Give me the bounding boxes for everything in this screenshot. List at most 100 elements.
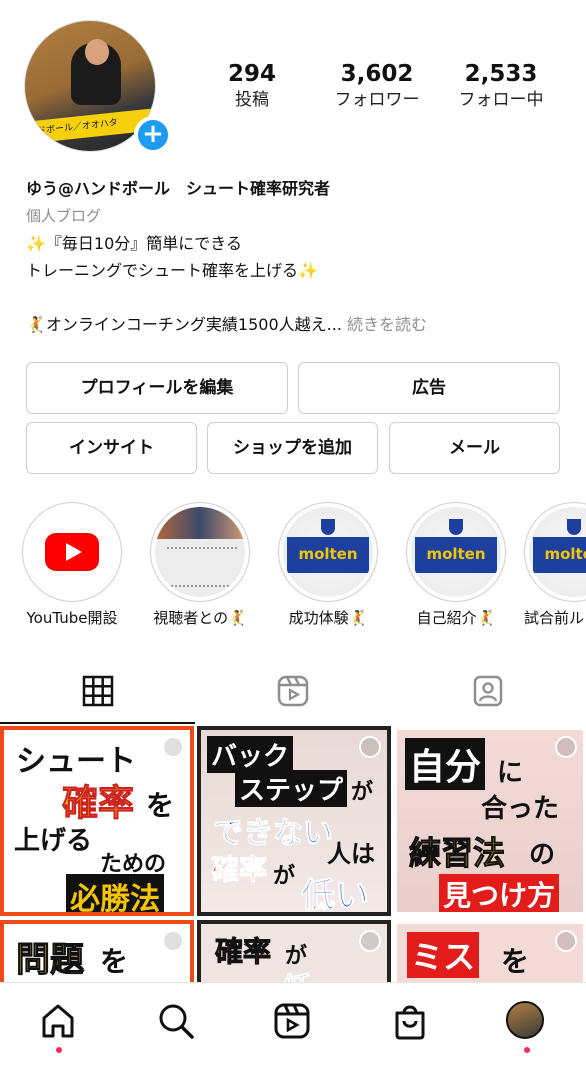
- shopping-bag-icon: [395, 1005, 425, 1040]
- highlight-ring: [22, 502, 122, 602]
- chat-screenshot-thumbnail: [155, 507, 245, 597]
- highlight-pregame[interactable]: molten 試合前ル: [524, 502, 586, 630]
- posts-stat[interactable]: 294 投稿: [208, 60, 296, 112]
- profile-header: ドボール／オオハタ + 294 投稿 3,602 フォロワー 2,533 フォロ…: [0, 0, 586, 170]
- ball-logo: molten: [426, 545, 486, 563]
- notification-dot: [56, 1047, 62, 1053]
- post-thumbnail[interactable]: 自分 に 合った 練習法 の 見つけ方: [393, 726, 586, 916]
- search-icon: [159, 1004, 194, 1039]
- post-thumbnail[interactable]: バック ステップ が できない 人は 確率 が 低い: [197, 726, 391, 916]
- post-text: ステップ: [235, 770, 348, 807]
- crest-icon: [449, 519, 463, 535]
- followers-label: フォロワー: [334, 90, 420, 110]
- post-text: を: [100, 945, 129, 978]
- add-shop-button[interactable]: ショップを追加: [207, 422, 378, 474]
- bio-line-1: ✨『毎日10分』簡単にできる: [26, 234, 242, 253]
- post-text: 問題: [16, 940, 85, 981]
- ball-logo: molten: [298, 545, 358, 563]
- post-text: を: [501, 945, 530, 978]
- post-text: ミス: [407, 932, 480, 978]
- post-text: の: [529, 840, 556, 870]
- select-circle-icon[interactable]: [359, 736, 381, 758]
- tab-tagged[interactable]: [390, 660, 585, 724]
- nav-profile[interactable]: [506, 1001, 550, 1053]
- youtube-icon: [27, 507, 117, 597]
- edit-profile-button[interactable]: プロフィールを編集: [26, 362, 288, 414]
- highlight-caption: 自己紹介🤾: [416, 609, 496, 627]
- post-text: できない: [213, 816, 334, 852]
- profile-category: 個人ブログ: [26, 207, 102, 225]
- nav-search[interactable]: [156, 1001, 200, 1045]
- select-circle-icon[interactable]: [555, 930, 577, 952]
- post-text: 確率: [61, 783, 135, 825]
- post-text: 練習法: [408, 834, 506, 873]
- highlight-caption: 視聴者との🤾: [153, 609, 247, 627]
- highlight-ring: molten: [524, 502, 586, 602]
- nav-shop[interactable]: [390, 1001, 434, 1045]
- post-text: が: [351, 780, 374, 805]
- handball-ball-icon: molten: [529, 507, 586, 597]
- highlight-ring: [150, 502, 250, 602]
- post-text: が: [273, 864, 296, 889]
- grid-icon: [82, 675, 113, 707]
- highlight-youtube[interactable]: YouTube開設: [12, 502, 132, 630]
- highlight-viewers[interactable]: 視聴者との🤾: [140, 502, 260, 630]
- post-text: 人は: [327, 840, 375, 868]
- post-text: 見つけ方: [439, 874, 560, 912]
- handball-ball-icon: molten: [283, 507, 373, 597]
- profile-avatar[interactable]: ドボール／オオハタ +: [24, 20, 172, 156]
- post-text: 上げる: [14, 826, 93, 856]
- highlight-intro[interactable]: molten 自己紹介🤾: [396, 502, 516, 630]
- bio-line-3: 🤾オンラインコーチング実績1500人越え... 続きを読む: [26, 311, 566, 338]
- add-story-button[interactable]: +: [134, 116, 172, 154]
- highlight-caption: YouTube開設: [26, 609, 118, 627]
- handball-ball-icon: molten: [411, 507, 501, 597]
- followers-stat[interactable]: 3,602 フォロワー: [322, 60, 432, 112]
- highlight-caption: 試合前ル: [524, 609, 585, 627]
- avatar: [506, 1001, 544, 1039]
- play-icon: [45, 533, 99, 571]
- bio-spacer: [26, 284, 566, 311]
- following-count: 2,533: [464, 61, 538, 87]
- read-more-link[interactable]: 続きを読む: [347, 315, 427, 334]
- posts-label: 投稿: [235, 90, 269, 110]
- tab-reels[interactable]: [195, 660, 390, 724]
- crest-icon: [321, 519, 335, 535]
- highlight-success[interactable]: molten 成功体験🤾: [268, 502, 388, 630]
- ad-button[interactable]: 広告: [298, 362, 560, 414]
- tagged-person-icon: [473, 675, 502, 707]
- nav-reels[interactable]: [272, 1001, 316, 1045]
- reels-icon: [274, 1003, 310, 1039]
- post-thumbnail[interactable]: シュート 確率 を 上げる ための 必勝法: [0, 726, 194, 916]
- nav-home[interactable]: [38, 1001, 82, 1053]
- insight-button[interactable]: インサイト: [26, 422, 197, 474]
- tab-posts-grid[interactable]: [0, 660, 195, 724]
- bio-line-2: トレーニングでシュート確率を上げる✨: [26, 261, 318, 280]
- crest-icon: [567, 519, 581, 535]
- post-text: を: [146, 789, 175, 822]
- profile-bio: ゆう@ハンドボール シュート確率研究者 個人ブログ ✨『毎日10分』簡単にできる…: [26, 176, 566, 338]
- chat-lines: [167, 547, 237, 587]
- post-text: 必勝法: [66, 874, 164, 912]
- highlight-caption: 成功体験🤾: [288, 609, 368, 627]
- select-circle-icon[interactable]: [162, 930, 184, 952]
- home-icon: [42, 1004, 74, 1038]
- highlight-ring: molten: [406, 502, 506, 602]
- mail-button[interactable]: メール: [389, 422, 560, 474]
- posts-count: 294: [227, 61, 276, 87]
- post-text: 自分: [405, 738, 486, 790]
- select-circle-icon[interactable]: [162, 736, 184, 758]
- avatar-face: [85, 39, 109, 65]
- following-stat[interactable]: 2,533 フォロー中: [448, 60, 554, 112]
- photo-strip: [155, 507, 245, 539]
- post-text: に: [497, 758, 524, 788]
- select-circle-icon[interactable]: [555, 736, 577, 758]
- highlight-ring: molten: [278, 502, 378, 602]
- notification-dot: [524, 1047, 530, 1053]
- following-label: フォロー中: [458, 90, 544, 110]
- post-text: 合った: [481, 794, 560, 824]
- post-text: バック: [207, 736, 294, 773]
- followers-count: 3,602: [340, 61, 414, 87]
- profile-name: ゆう@ハンドボール シュート確率研究者: [26, 179, 331, 198]
- select-circle-icon[interactable]: [359, 930, 381, 952]
